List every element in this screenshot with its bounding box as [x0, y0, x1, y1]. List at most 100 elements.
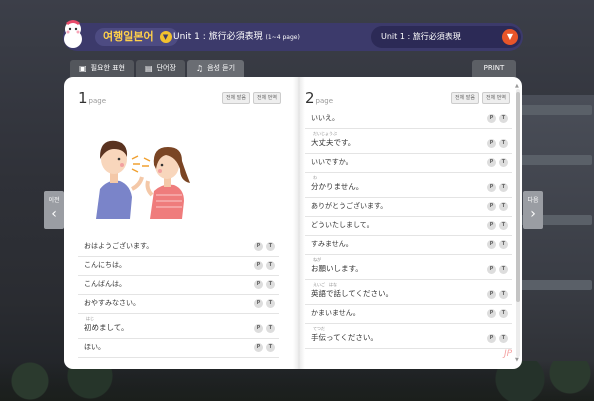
tab-vocabulary[interactable]: ▤ 단어장 — [136, 60, 185, 77]
header-bar: 여행일본어 ▼ Unit 1 : 旅行必須表現 (1~4 page) Unit … — [63, 20, 523, 51]
play-button[interactable]: P — [254, 299, 263, 308]
translate-button[interactable]: T — [499, 158, 508, 167]
listen-all-button[interactable]: 전체 발음 — [222, 92, 250, 104]
translate-button[interactable]: T — [499, 334, 508, 343]
scroll-down-icon[interactable]: ▼ — [515, 357, 519, 363]
translate-button[interactable]: T — [499, 290, 508, 299]
phrase-text: 手伝ってください。 — [311, 333, 378, 342]
headphones-icon: ♫ — [195, 64, 204, 73]
play-button[interactable]: P — [487, 334, 496, 343]
play-button[interactable]: P — [254, 280, 263, 289]
chevron-down-icon[interactable]: ▼ — [159, 31, 172, 43]
translate-all-button[interactable]: 전체 번역 — [482, 92, 510, 104]
page-buttons: 전체 발음 전체 번역 — [451, 92, 510, 104]
play-button[interactable]: P — [487, 309, 496, 318]
phrase-row[interactable]: すみません。 P T — [305, 236, 512, 255]
translate-button[interactable]: T — [499, 139, 508, 148]
translate-button[interactable]: T — [499, 309, 508, 318]
phrase-row[interactable]: かまいません。 P T — [305, 305, 512, 324]
castle-roof — [520, 155, 592, 165]
phrase-text: すみません。 — [311, 240, 353, 248]
phrase-text: 分かりません。 — [311, 182, 364, 191]
app-title[interactable]: 여행일본어 ▼ — [95, 28, 178, 46]
play-button[interactable]: P — [487, 290, 496, 299]
castle-roof — [520, 280, 592, 290]
phrase-row[interactable]: いいえ。 P T — [305, 111, 512, 129]
phrase-buttons: P T — [254, 343, 275, 352]
translate-button[interactable]: T — [266, 261, 275, 270]
phrase-buttons: P T — [487, 114, 508, 123]
play-button[interactable]: P — [487, 183, 496, 192]
phrase-text: こんばんは。 — [84, 280, 126, 288]
translate-button[interactable]: T — [266, 343, 275, 352]
right-page: 2page 전체 발음 전체 번역 いいえ。 P T だいじょうぶ 大丈夫です。… — [305, 77, 514, 369]
phrase-buttons: P T — [254, 261, 275, 270]
translate-button[interactable]: T — [499, 183, 508, 192]
phrase-row[interactable]: わ 分かりません。 P T — [305, 173, 512, 198]
phrase-list: おはようございます。 P T こんにちは。 P T こんばんは。 P T おやす… — [78, 238, 279, 358]
play-button[interactable]: P — [487, 221, 496, 230]
unit-title-text: Unit 1 : 旅行必須表現 — [173, 32, 263, 42]
phrase-row[interactable]: おやすみなさい。 P T — [78, 295, 279, 314]
play-button[interactable]: P — [487, 158, 496, 167]
play-button[interactable]: P — [254, 242, 263, 251]
phrase-buttons: P T — [254, 324, 275, 333]
phrase-buttons: P T — [487, 309, 508, 318]
scrollbar[interactable] — [516, 89, 520, 357]
translate-button[interactable]: T — [499, 114, 508, 123]
phrase-row[interactable]: ねが お願いします。 P T — [305, 255, 512, 280]
scrollbar-thumb[interactable] — [516, 92, 520, 302]
phrase-text: お願いします。 — [311, 264, 363, 273]
translate-button[interactable]: T — [266, 299, 275, 308]
prev-page-button[interactable]: 이전 ‹ — [44, 191, 64, 229]
translate-button[interactable]: T — [266, 242, 275, 251]
phrase-row[interactable]: こんばんは。 P T — [78, 276, 279, 295]
next-page-button[interactable]: 다음 › — [523, 191, 543, 229]
phrase-row[interactable]: てつだ 手伝ってください。 P T — [305, 324, 512, 349]
unit-select[interactable]: Unit 1 : 旅行必須表現 ▼ — [371, 26, 521, 48]
unit-title: Unit 1 : 旅行必須表現 (1~4 page) — [173, 30, 300, 45]
play-button[interactable]: P — [487, 265, 496, 274]
phrase-row[interactable]: ありがとうございます。 P T — [305, 198, 512, 217]
phrase-row[interactable]: はじ 初めまして。 P T — [78, 314, 279, 339]
play-button[interactable]: P — [254, 261, 263, 270]
phrase-row[interactable]: こんにちは。 P T — [78, 257, 279, 276]
play-button[interactable]: P — [487, 202, 496, 211]
play-button[interactable]: P — [254, 324, 263, 333]
phrase-buttons: P T — [487, 202, 508, 211]
phrase-buttons: P T — [487, 240, 508, 249]
phrase-text: かまいません。 — [311, 309, 360, 317]
book-icon: ▤ — [145, 64, 153, 73]
play-button[interactable]: P — [487, 114, 496, 123]
chevron-down-icon[interactable]: ▼ — [502, 29, 518, 45]
print-button[interactable]: PRINT — [472, 60, 516, 77]
phrase-buttons: P T — [487, 183, 508, 192]
phrase-text: いいですか。 — [311, 158, 353, 166]
translate-all-button[interactable]: 전체 번역 — [253, 92, 281, 104]
phrase-buttons: P T — [487, 290, 508, 299]
translate-button[interactable]: T — [499, 202, 508, 211]
translate-button[interactable]: T — [266, 324, 275, 333]
phrase-text: ありがとうございます。 — [311, 202, 388, 210]
phrase-row[interactable]: どういたしまして。 P T — [305, 217, 512, 236]
translate-button[interactable]: T — [499, 240, 508, 249]
listen-all-button[interactable]: 전체 발음 — [451, 92, 479, 104]
phrase-row[interactable]: ほい。 P T — [78, 339, 279, 358]
page-number-value: 2 — [305, 89, 315, 107]
translate-button[interactable]: T — [499, 265, 508, 274]
app-title-text: 여행일본어 — [103, 30, 154, 43]
tab-expressions[interactable]: ▣ 필요한 표현 — [70, 60, 134, 77]
next-label: 다음 — [527, 197, 539, 204]
page-buttons: 전체 발음 전체 번역 — [222, 92, 281, 104]
play-button[interactable]: P — [487, 139, 496, 148]
play-button[interactable]: P — [254, 343, 263, 352]
phrase-buttons: P T — [254, 299, 275, 308]
play-button[interactable]: P — [487, 240, 496, 249]
phrase-row[interactable]: いいですか。 P T — [305, 154, 512, 173]
phrase-row[interactable]: えいご はな 英語で話してください。 P T — [305, 280, 512, 305]
tab-audio[interactable]: ♫ 음성 듣기 — [186, 60, 245, 77]
translate-button[interactable]: T — [499, 221, 508, 230]
translate-button[interactable]: T — [266, 280, 275, 289]
phrase-row[interactable]: おはようございます。 P T — [78, 238, 279, 257]
phrase-row[interactable]: だいじょうぶ 大丈夫です。 P T — [305, 129, 512, 154]
